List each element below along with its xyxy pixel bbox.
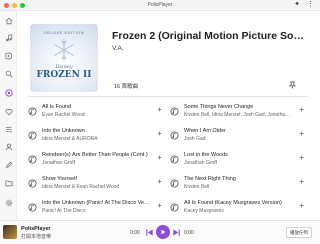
music-note-icon [170,203,179,212]
add-song-icon[interactable]: + [157,153,162,163]
song-item[interactable]: Lost in the Woods Jonathan Groff + [170,150,308,170]
add-song-icon[interactable]: + [157,177,162,187]
song-title: Reindeer(s) Are Better Than People (Cont… [42,152,148,158]
song-item[interactable]: All Is Found (Kacey Musgraves Version) K… [170,198,308,218]
title-bar: PolisPlayer ✦ ⋮ [0,0,320,11]
song-artist: Kristen Bell [184,184,210,190]
song-item[interactable]: Some Things Never Change Kristen Bell, I… [170,102,308,122]
music-note-icon [170,179,179,188]
music-library-icon[interactable] [4,33,13,42]
queue-button[interactable]: 播放佇列 [286,227,312,238]
music-note-icon [28,155,37,164]
song-artist: Panic! At The Disco [42,208,86,214]
song-artist: Jonathan Groff [42,160,75,166]
song-item[interactable]: The Next Right Thing Kristen Bell + [170,174,308,194]
more-options-icon[interactable]: ⋮ [307,0,314,9]
next-track-icon[interactable] [172,228,181,237]
song-artist: Kacey Musgraves [184,208,224,214]
home-icon[interactable] [4,16,13,25]
add-song-icon[interactable]: + [299,201,304,211]
add-song-icon[interactable]: + [157,105,162,115]
music-note-icon [28,203,37,212]
previous-track-icon[interactable] [145,228,154,237]
pin-icon[interactable] [289,81,296,89]
add-song-icon[interactable]: + [299,153,304,163]
add-song-icon[interactable]: + [157,129,162,139]
music-note-icon [170,107,179,116]
now-playing-artwork[interactable] [3,225,17,239]
song-item[interactable]: Into the Unknown (Panic! At The Disco Ve… [28,198,166,218]
song-title: Into the Unknown [42,128,85,134]
search-icon[interactable] [4,69,13,78]
album-icon[interactable] [4,51,13,60]
song-title: Show Yourself [42,176,77,182]
window-title: PolisPlayer [147,2,173,8]
add-song-icon[interactable]: + [157,201,162,211]
settings-icon[interactable] [4,198,13,207]
song-item[interactable]: Reindeer(s) Are Better Than People (Cont… [28,150,166,170]
sidebar [0,11,17,220]
cover-edition-text: DELUXE EDITION [43,30,85,35]
add-song-icon[interactable]: + [299,105,304,115]
heart-icon[interactable] [4,107,13,116]
album-artist[interactable]: V.A. [112,45,124,52]
song-artist: Josh Gad [184,136,206,142]
music-note-icon [28,107,37,116]
playlist-icon[interactable] [4,125,13,134]
snowflake-icon [54,39,74,61]
song-title: Lost in the Woods [184,152,228,158]
song-title: Some Things Never Change [184,104,254,110]
play-icon [161,229,166,235]
add-song-icon[interactable]: + [299,177,304,187]
add-song-icon[interactable]: + [299,129,304,139]
play-button[interactable] [156,225,170,239]
music-note-icon [28,179,37,188]
album-title: Frozen 2 (Original Motion Picture Soundt… [112,30,304,42]
now-playing-icon[interactable] [4,88,13,97]
music-note-icon [170,131,179,140]
artist-icon[interactable] [4,142,13,151]
extension-icon[interactable]: ✦ [294,1,300,9]
folder-icon[interactable] [4,178,13,187]
song-title: Into the Unknown (Panic! At The Disco Ve… [42,200,150,206]
divider [28,96,308,97]
song-item[interactable]: Show Yourself Idina Menzel & Evan Rachel… [28,174,166,194]
song-item[interactable]: All Is Found Evan Rachel Wood + [28,102,166,122]
total-time: 0:00 [184,230,194,236]
music-note-icon [28,131,37,140]
player-subtitle: 打開本地音樂 [21,234,52,240]
song-title: When I Am Older [184,128,226,134]
song-artist: Jonathan Groff [184,160,217,166]
cover-title: FROZEN II [36,70,92,80]
player-bar: PolisPlayer 打開本地音樂 0:00 0:00 播放佇列 [0,220,320,244]
song-count: 16 首歌曲 [114,84,139,90]
song-artist: Evan Rachel Wood [42,112,85,118]
player-app-name: PolisPlayer [21,226,51,232]
song-item[interactable]: Into the Unknown Idina Menzel & AURORA + [28,126,166,146]
current-time: 0:00 [130,230,140,236]
song-title: All Is Found (Kacey Musgraves Version) [184,200,282,206]
song-item[interactable]: When I Am Older Josh Gad + [170,126,308,146]
song-artist: Kristen Bell, Idina Menzel, Josh Gad, Jo… [184,112,292,118]
song-title: All Is Found [42,104,72,110]
song-title: The Next Right Thing [184,176,236,182]
album-cover: DELUXE EDITION Disney FROZEN II [30,24,98,92]
song-artist: Idina Menzel & AURORA [42,136,98,142]
edit-icon[interactable] [4,160,13,169]
music-note-icon [170,155,179,164]
song-artist: Idina Menzel & Evan Rachel Wood [42,184,120,190]
